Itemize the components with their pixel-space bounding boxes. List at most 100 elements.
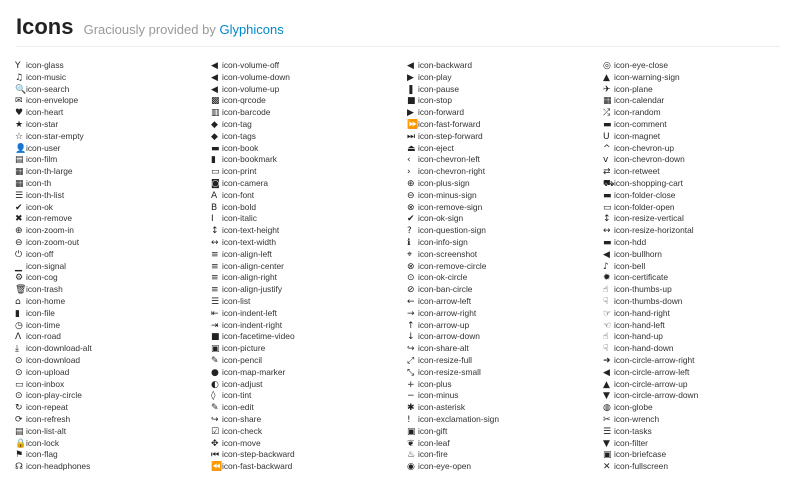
icon-list-item: Aicon-font bbox=[211, 190, 401, 202]
bullhorn-icon: ◀ bbox=[603, 249, 610, 260]
icon-class-label: icon-list bbox=[222, 295, 251, 306]
icon-class-label: icon-bullhorn bbox=[614, 248, 662, 259]
icon-class-label: icon-indent-left bbox=[222, 307, 277, 318]
icon-list-item: ▲ icon-warning-sign bbox=[603, 72, 793, 84]
icon-list-item: ↪ icon-share-alt bbox=[407, 343, 597, 355]
icon-list-item: ☑ icon-check bbox=[211, 426, 401, 438]
icon-class-label: icon-share bbox=[222, 413, 262, 424]
icon-list-item: ^ icon-chevron-up bbox=[603, 143, 793, 155]
icon-class-label: icon-plus-sign bbox=[418, 177, 470, 188]
icon-list-item: ↪ icon-share bbox=[211, 414, 401, 426]
th-icon: ▦ bbox=[15, 178, 24, 189]
icon-list-item: ▮ icon-file bbox=[15, 308, 205, 320]
list-alt-icon: ▤ bbox=[15, 426, 24, 437]
icon-class-label: icon-th-large bbox=[26, 166, 73, 177]
off-icon: ⏻ bbox=[15, 249, 23, 260]
icon-list-item: ▭ icon-inbox bbox=[15, 379, 205, 391]
gift-icon: ▣ bbox=[407, 426, 416, 437]
icon-class-label: icon-text-width bbox=[222, 236, 276, 247]
icon-class-label: icon-search bbox=[26, 83, 70, 94]
icon-class-label: icon-globe bbox=[614, 402, 653, 413]
icon-list-item: → icon-arrow-right bbox=[407, 308, 597, 320]
icon-class-label: icon-minus bbox=[418, 390, 459, 401]
icon-list-item: ▣ icon-gift bbox=[407, 426, 597, 438]
wrench-icon: ✂ bbox=[603, 414, 611, 425]
icon-list-item: ⏻ icon-off bbox=[15, 249, 205, 261]
icon-class-label: icon-chevron-right bbox=[418, 166, 486, 177]
icon-class-label: icon-pencil bbox=[222, 354, 263, 365]
icon-list-item: ⏏ icon-eject bbox=[407, 143, 597, 155]
icon-class-label: icon-chevron-down bbox=[614, 154, 685, 165]
icon-list-item: ◊ icon-tint bbox=[211, 390, 401, 402]
icon-list-item: ▼ icon-circle-arrow-down bbox=[603, 390, 793, 402]
icon-list-item: ◆ icon-tag bbox=[211, 119, 401, 131]
icon-list-item: ⛟icon-shopping-cart bbox=[603, 178, 793, 190]
icon-list-item: + icon-plus bbox=[407, 379, 597, 391]
volume-down-icon: ◀ bbox=[211, 72, 218, 83]
icon-class-label: icon-hand-left bbox=[614, 319, 665, 330]
icon-class-label: icon-info-sign bbox=[418, 236, 468, 247]
icon-class-label: icon-zoom-in bbox=[26, 225, 74, 236]
icon-class-label: icon-text-height bbox=[222, 225, 280, 236]
page-subtitle: Graciously provided by Glyphicons bbox=[84, 22, 284, 37]
icon-class-label: icon-barcode bbox=[222, 107, 271, 118]
icon-list-item: ↑ icon-arrow-up bbox=[407, 320, 597, 332]
icon-list-item: ▤ icon-film bbox=[15, 154, 205, 166]
list-icon: ☰ bbox=[211, 296, 220, 307]
icon-class-label: icon-arrow-up bbox=[418, 319, 470, 330]
icon-class-label: icon-ban-circle bbox=[418, 284, 473, 295]
icon-list-item: ⊗ icon-remove-circle bbox=[407, 261, 597, 273]
glyphicons-link[interactable]: Glyphicons bbox=[219, 22, 283, 37]
icon-class-label: icon-stop bbox=[418, 95, 452, 106]
icon-class-label: icon-warning-sign bbox=[614, 71, 680, 82]
icon-list-item: ▭ icon-print bbox=[211, 166, 401, 178]
screenshot-icon: ⌖ bbox=[407, 249, 413, 260]
exclamation-sign-icon: ! bbox=[407, 414, 411, 425]
icon-class-label: icon-envelope bbox=[26, 95, 79, 106]
icon-list-item: ✔ icon-ok bbox=[15, 202, 205, 214]
icon-list-item: ↓ icon-arrow-down bbox=[407, 331, 597, 343]
fullscreen-icon: ✕ bbox=[603, 462, 611, 473]
icon-class-label: icon-step-backward bbox=[222, 449, 295, 460]
icon-class-label: icon-question-sign bbox=[418, 225, 486, 236]
icon-class-label: icon-star bbox=[26, 118, 59, 129]
icon-class-label: icon-repeat bbox=[26, 402, 68, 413]
icon-class-label: icon-filter bbox=[614, 437, 648, 448]
icon-class-label: icon-shopping-cart bbox=[614, 177, 683, 188]
icon-class-label: icon-asterisk bbox=[418, 402, 466, 413]
icon-class-label: icon-star-empty bbox=[26, 130, 84, 141]
icon-class-label: icon-resize-small bbox=[418, 366, 481, 377]
icon-class-label: icon-indent-right bbox=[222, 319, 283, 330]
play-icon: ▶ bbox=[407, 72, 414, 83]
icon-class-label: icon-trash bbox=[26, 284, 63, 295]
icon-class-label: icon-inbox bbox=[26, 378, 65, 389]
icon-list-item: ◷ icon-time bbox=[15, 320, 205, 332]
icon-class-label: icon-chevron-left bbox=[418, 154, 480, 165]
icon-list-item: ▥ icon-barcode bbox=[211, 107, 401, 119]
icon-class-label: icon-step-forward bbox=[418, 130, 483, 141]
icon-class-label: icon-folder-open bbox=[614, 201, 675, 212]
icon-class-label: icon-certificate bbox=[614, 272, 668, 283]
icon-class-label: icon-qrcode bbox=[222, 95, 266, 106]
zoom-out-icon: ⊖ bbox=[15, 237, 23, 248]
shopping-cart-icon: ⛟ bbox=[603, 178, 615, 189]
icon-list-item: ✈ icon-plane bbox=[603, 84, 793, 96]
icon-class-label: icon-picture bbox=[222, 343, 266, 354]
icon-list-item: ▮ icon-bookmark bbox=[211, 154, 401, 166]
icon-list-item: ◎ icon-eye-close bbox=[603, 60, 793, 72]
icon-list-item: ◍ icon-globe bbox=[603, 402, 793, 414]
icon-list-item: ▣ icon-picture bbox=[211, 343, 401, 355]
icon-list-item: ● icon-map-marker bbox=[211, 367, 401, 379]
icon-list-item: Yicon-glass bbox=[15, 60, 205, 72]
icon-class-label: icon-chevron-up bbox=[614, 142, 675, 153]
icon-list-item: ⤢ icon-resize-full bbox=[407, 355, 597, 367]
icon-list-item: ⊕ icon-zoom-in bbox=[15, 225, 205, 237]
font-icon: A bbox=[211, 190, 218, 201]
icon-class-label: icon-pause bbox=[418, 83, 459, 94]
icon-list-item: ▩ icon-qrcode bbox=[211, 95, 401, 107]
icon-class-label: icon-lock bbox=[26, 437, 60, 448]
icon-class-label: icon-minus-sign bbox=[418, 189, 477, 200]
icon-class-label: icon-play-circle bbox=[26, 390, 82, 401]
icon-class-label: icon-thumbs-down bbox=[614, 295, 683, 306]
icon-class-label: icon-hand-down bbox=[614, 343, 674, 354]
